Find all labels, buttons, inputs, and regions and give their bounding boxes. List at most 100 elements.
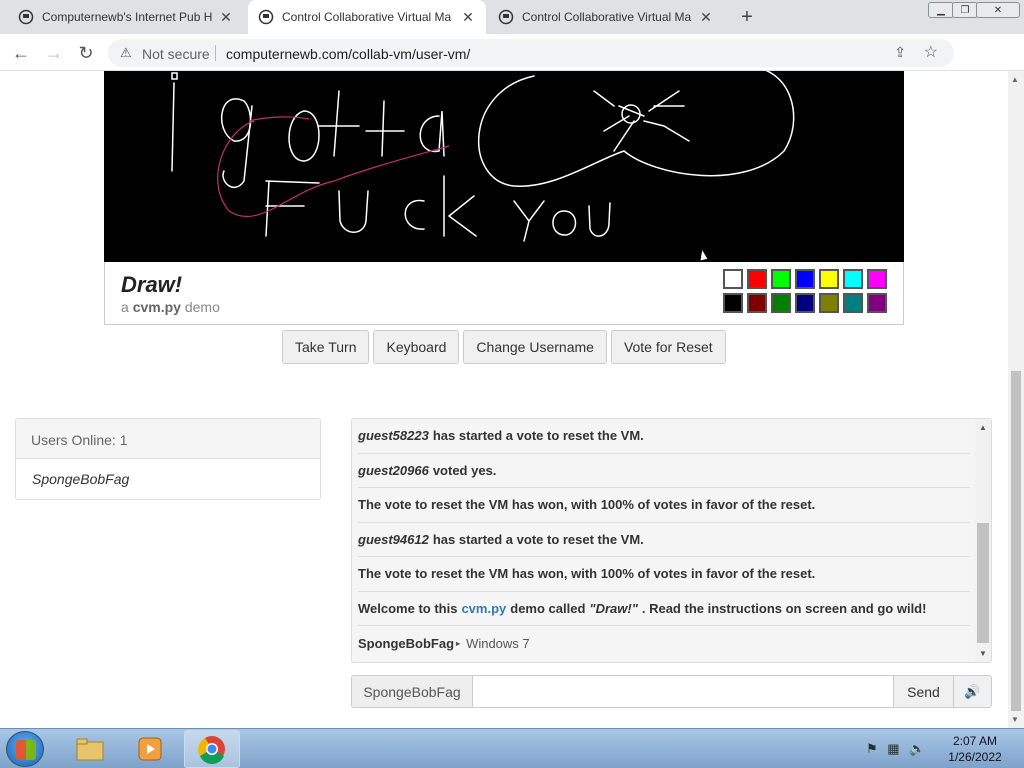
bookmark-star-icon[interactable]: ☆ xyxy=(924,42,938,62)
scroll-up-icon[interactable]: ▲ xyxy=(1011,75,1019,84)
change-username-button[interactable]: Change Username xyxy=(463,330,607,364)
chat-text: The vote to reset the VM has won, with 1… xyxy=(358,566,816,582)
subtitle-suffix: demo xyxy=(184,299,220,315)
forward-icon[interactable]: → xyxy=(43,42,65,64)
tab-control-vm[interactable]: Control Collaborative Virtual Ma ✕ xyxy=(488,0,724,34)
system-tray: ⚑ ▦ 🔈 xyxy=(866,741,925,757)
take-turn-button[interactable]: Take Turn xyxy=(282,330,370,364)
tab-title: Control Collaborative Virtual Ma xyxy=(282,10,452,24)
chat-message: SpongeBobFag ▸ Windows 7 xyxy=(358,626,970,661)
chat-text: has started a vote to reset the VM. xyxy=(432,428,644,444)
chat-input[interactable] xyxy=(473,675,894,708)
tab-title: Computernewb's Internet Pub Hu xyxy=(42,10,212,24)
chat-text-quote: "Draw!" xyxy=(589,600,638,616)
chat-message: guest20966 voted yes. xyxy=(358,454,970,488)
tab-title: Control Collaborative Virtual Ma xyxy=(522,10,692,24)
site-favicon-icon xyxy=(498,9,514,25)
vm-title: Draw! xyxy=(121,272,183,297)
color-swatch[interactable] xyxy=(819,269,839,289)
chat-message: The vote to reset the VM has won, with 1… xyxy=(358,557,970,592)
color-swatch[interactable] xyxy=(771,293,791,313)
chat-panel[interactable]: guest58223 has started a vote to reset t… xyxy=(351,418,992,663)
chat-message: The vote to reset the VM has won, with 1… xyxy=(358,488,970,523)
chat-username: guest58223 xyxy=(358,428,429,444)
explorer-taskbar-icon[interactable] xyxy=(62,730,118,768)
chat-username: SpongeBobFag xyxy=(358,635,455,651)
send-button[interactable]: Send xyxy=(894,675,954,708)
chat-text: Welcome to this xyxy=(358,600,458,616)
color-swatch[interactable] xyxy=(867,269,887,289)
page-scroll-thumb[interactable] xyxy=(1011,371,1021,711)
reload-icon[interactable]: ↻ xyxy=(75,42,97,64)
chrome-taskbar-icon[interactable] xyxy=(184,730,240,768)
url-text[interactable]: computernewb.com/collab-vm/user-vm/ xyxy=(226,46,470,62)
speaker-icon[interactable]: 🔈 xyxy=(909,741,925,756)
subtitle-name: cvm.py xyxy=(132,299,181,315)
color-swatch[interactable] xyxy=(723,269,743,289)
tab-internet-pub[interactable]: Computernewb's Internet Pub Hu ✕ xyxy=(8,0,244,34)
close-tab-icon[interactable]: ✕ xyxy=(218,9,234,26)
media-player-icon xyxy=(138,737,162,761)
vm-action-bar: Take Turn Keyboard Change Username Vote … xyxy=(282,330,726,364)
scroll-up-icon[interactable]: ▲ xyxy=(979,423,987,432)
vote-reset-button[interactable]: Vote for Reset xyxy=(610,330,726,364)
address-bar[interactable]: ⚠ Not secure computernewb.com/collab-vm/… xyxy=(108,39,954,67)
page-scrollbar[interactable]: ▲ ▼ xyxy=(1008,71,1024,728)
close-tab-icon[interactable]: ✕ xyxy=(460,9,476,26)
chat-scrollbar[interactable]: ▲ ▼ xyxy=(975,419,991,662)
chat-scroll-thumb[interactable] xyxy=(977,523,989,643)
minimize-icon[interactable]: ▁ xyxy=(928,2,954,18)
subtitle-prefix: a xyxy=(121,299,129,315)
volume-icon[interactable]: 🔊 xyxy=(954,675,992,708)
chat-text: voted yes. xyxy=(432,462,497,478)
page-viewport: Draw! a cvm.py demo Take Turn Keyboard C… xyxy=(0,71,1008,728)
user-list-item[interactable]: SpongeBobFag xyxy=(16,459,320,499)
color-swatch[interactable] xyxy=(843,269,863,289)
cvm-py-link[interactable]: cvm.py xyxy=(461,601,506,616)
taskbar-clock[interactable]: 2:07 AM 1/26/2022 xyxy=(940,733,1010,765)
scroll-down-icon[interactable]: ▼ xyxy=(1011,715,1019,724)
new-tab-icon[interactable]: + xyxy=(736,6,758,29)
clock-time: 2:07 AM xyxy=(952,734,998,748)
color-swatch[interactable] xyxy=(747,293,767,313)
network-icon[interactable]: ▦ xyxy=(887,741,899,756)
start-button[interactable] xyxy=(6,731,44,767)
warning-icon[interactable]: ⚠ xyxy=(120,45,132,61)
color-swatch[interactable] xyxy=(795,293,815,313)
color-palette xyxy=(723,269,891,313)
color-swatch[interactable] xyxy=(795,269,815,289)
scroll-down-icon[interactable]: ▼ xyxy=(979,649,987,658)
media-player-taskbar-icon[interactable] xyxy=(122,730,178,768)
site-favicon-icon xyxy=(18,9,34,25)
chat-text: demo called xyxy=(510,600,586,616)
close-window-icon[interactable]: ✕ xyxy=(976,2,1020,18)
chat-vm-name: Windows 7 xyxy=(466,635,530,651)
color-swatch[interactable] xyxy=(747,269,767,289)
chat-username: guest94612 xyxy=(358,531,429,547)
chat-input-row: SpongeBobFag Send 🔊 xyxy=(351,675,992,708)
color-swatch[interactable] xyxy=(867,293,887,313)
color-swatch[interactable] xyxy=(723,293,743,313)
keyboard-button[interactable]: Keyboard xyxy=(373,330,460,364)
color-swatch[interactable] xyxy=(843,293,863,313)
share-icon[interactable]: ⇪ xyxy=(894,44,906,61)
chat-username-label: SpongeBobFag xyxy=(351,675,473,708)
vm-display[interactable] xyxy=(104,71,904,262)
chat-username: guest20966 xyxy=(358,462,429,478)
color-swatch[interactable] xyxy=(771,269,791,289)
chat-message-welcome: Welcome to this cvm.py demo called "Draw… xyxy=(358,592,970,626)
chat-message: guest94612 has started a vote to reset t… xyxy=(358,523,970,557)
action-center-icon[interactable]: ⚑ xyxy=(866,741,878,756)
color-swatch[interactable] xyxy=(819,293,839,313)
browser-toolbar: ← → ↻ ⚠ Not secure computernewb.com/coll… xyxy=(0,34,1024,96)
tab-control-vm-active[interactable]: Control Collaborative Virtual Ma ✕ xyxy=(248,0,486,34)
tab-bar: Computernewb's Internet Pub Hu ✕ Control… xyxy=(0,0,1024,34)
chat-messages: guest58223 has started a vote to reset t… xyxy=(352,419,976,662)
divider xyxy=(215,45,216,61)
vm-info-panel: Draw! a cvm.py demo xyxy=(104,262,904,325)
security-label[interactable]: Not secure xyxy=(142,46,210,62)
close-tab-icon[interactable]: ✕ xyxy=(698,9,714,26)
maximize-icon[interactable]: ❐ xyxy=(952,2,978,18)
back-icon[interactable]: ← xyxy=(10,42,32,64)
windows-taskbar: ⚑ ▦ 🔈 2:07 AM 1/26/2022 xyxy=(0,728,1024,768)
